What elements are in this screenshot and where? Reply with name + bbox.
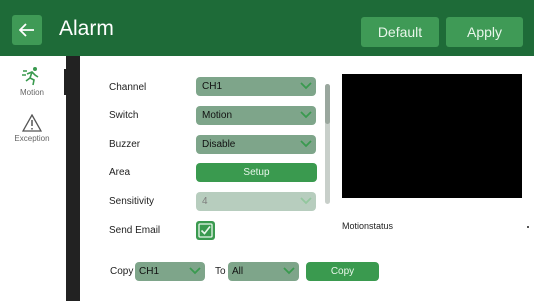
chevron-down-icon (300, 197, 312, 205)
send-email-label: Send Email (109, 225, 161, 236)
copy-to-value: All (232, 266, 244, 277)
back-button[interactable] (12, 15, 42, 45)
sidebar: Motion Exception (0, 56, 67, 301)
channel-select[interactable]: CH1 (196, 77, 316, 96)
switch-label: Switch (109, 110, 139, 121)
buzzer-label: Buzzer (109, 139, 141, 150)
sidebar-item-label: Exception (14, 134, 50, 143)
default-button[interactable]: Default (361, 17, 439, 47)
channel-value: CH1 (202, 81, 223, 92)
chevron-down-icon (189, 267, 201, 275)
channel-label: Channel (109, 82, 147, 93)
apply-button[interactable]: Apply (446, 17, 523, 47)
form-scrollbar[interactable] (325, 84, 330, 204)
sensitivity-value: 4 (202, 196, 208, 207)
copy-to-label: To (215, 266, 226, 277)
copy-button[interactable]: Copy (306, 262, 379, 281)
send-email-checkbox[interactable] (196, 221, 215, 240)
sensitivity-select[interactable]: 4 (196, 192, 316, 211)
chevron-down-icon (300, 140, 312, 148)
chevron-down-icon (300, 111, 312, 119)
chevron-down-icon (300, 82, 312, 90)
buzzer-select[interactable]: Disable (196, 135, 316, 154)
video-preview (342, 74, 522, 198)
copy-from-select[interactable]: CH1 (135, 262, 205, 281)
arrow-left-icon (18, 23, 34, 37)
scrollbar-thumb[interactable] (325, 84, 330, 124)
chevron-down-icon (283, 267, 295, 275)
area-setup-button[interactable]: Setup (196, 163, 317, 182)
motion-status-label: Motionstatus (342, 221, 394, 231)
switch-select[interactable]: Motion (196, 106, 316, 125)
title-bar: Alarm Default Apply (0, 0, 534, 56)
sidebar-item-motion[interactable]: Motion (0, 66, 64, 97)
motion-status-indicator (527, 226, 529, 228)
sidebar-divider (66, 56, 80, 301)
area-label: Area (109, 167, 131, 178)
checkmark-icon (198, 223, 213, 238)
buzzer-value: Disable (202, 139, 236, 150)
copy-label: Copy (110, 266, 134, 277)
copy-from-value: CH1 (139, 266, 160, 277)
sidebar-item-exception[interactable]: Exception (0, 114, 64, 143)
sidebar-item-label: Motion (19, 88, 44, 97)
switch-value: Motion (202, 110, 233, 121)
running-person-icon (22, 67, 39, 86)
sensitivity-label: Sensitivity (109, 196, 155, 207)
page-title: Alarm (59, 17, 114, 40)
warning-triangle-icon (22, 114, 42, 132)
copy-to-select[interactable]: All (228, 262, 299, 281)
